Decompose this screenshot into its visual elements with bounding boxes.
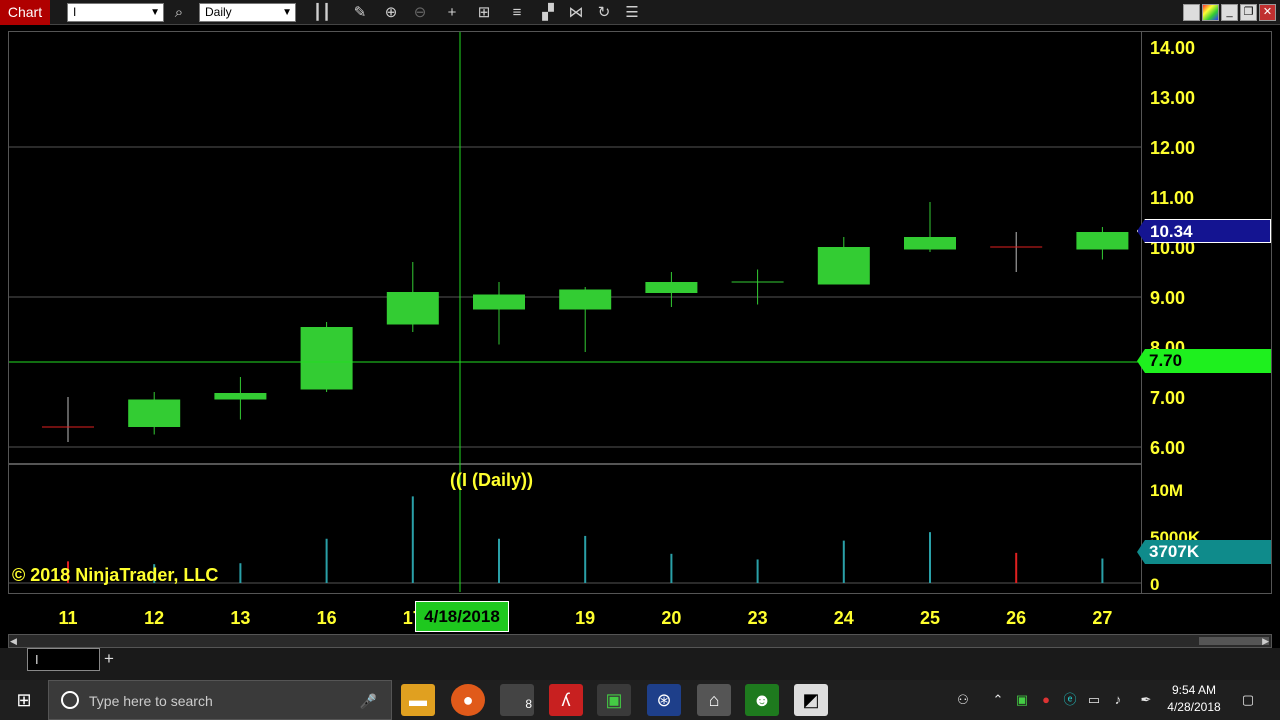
candle-body — [386, 292, 439, 325]
greenshot-icon[interactable]: ▣ — [597, 684, 631, 716]
volume-panel-label: ((I (Daily)) — [450, 470, 533, 490]
volume-tick-label: 0 — [1150, 575, 1159, 594]
tray-app-e-icon[interactable]: ⓔ — [1060, 680, 1080, 720]
chart-canvas: 14.0013.0012.0011.0010.009.008.007.006.0… — [9, 32, 1201, 628]
windows-start-icon[interactable]: ⊞ — [0, 680, 48, 720]
notifications-icon[interactable]: ▢ — [1236, 680, 1260, 720]
clock-date: 4/28/2018 — [1167, 700, 1221, 714]
taskbar-clock[interactable]: 9:54 AM 4/28/2018 — [1160, 682, 1228, 716]
search-placeholder: Type here to search — [89, 693, 213, 709]
cortana-icon — [61, 691, 79, 709]
price-tick-label: 12.00 — [1150, 138, 1195, 158]
candle-body — [214, 393, 267, 400]
candle-body — [473, 294, 525, 310]
file-explorer-icon[interactable]: ▬ — [401, 684, 435, 716]
x-tick-label: 25 — [920, 608, 940, 628]
network-icon[interactable]: ▭ — [1084, 680, 1104, 720]
scroll-right-arrow-icon[interactable]: ▶ — [1262, 635, 1269, 647]
candle-body — [645, 282, 698, 293]
volume-icon[interactable]: ♪ — [1108, 680, 1128, 720]
people-icon[interactable]: ⚇ — [952, 680, 974, 720]
clock-time: 9:54 AM — [1171, 683, 1217, 697]
x-tick-label: 19 — [575, 608, 595, 628]
price-tick-label: 7.00 — [1150, 388, 1185, 408]
volume-tick-label: 10M — [1150, 481, 1183, 500]
price-tick-label: 13.00 — [1150, 88, 1195, 108]
bank-app-icon[interactable]: ⌂ — [697, 684, 731, 716]
tray-app-red-icon[interactable]: ● — [1036, 680, 1056, 720]
candle-body — [559, 289, 612, 310]
crosshair-date-marker: 4/18/2018 — [415, 601, 509, 632]
last-price-marker: 10.34 — [1137, 219, 1271, 243]
tab-strip — [0, 648, 1280, 680]
candle-body — [128, 399, 181, 427]
candle-body — [1076, 232, 1129, 250]
ninjatrader-icon[interactable]: 8 — [500, 684, 534, 716]
x-tick-label: 16 — [317, 608, 337, 628]
candle-body — [904, 237, 956, 250]
price-tick-label: 14.00 — [1150, 38, 1195, 58]
x-tick-label: 23 — [748, 608, 768, 628]
copyright-text: © 2018 NinjaTrader, LLC — [12, 565, 219, 585]
x-tick-label: 11 — [58, 608, 77, 628]
price-tick-label: 11.00 — [1150, 188, 1194, 208]
x-tick-label: 12 — [144, 608, 164, 628]
add-tab-button[interactable]: + — [104, 650, 114, 668]
price-tick-label: 9.00 — [1150, 288, 1185, 308]
android-app-icon[interactable]: ☻ — [745, 684, 779, 716]
x-tick-label: 27 — [1092, 608, 1112, 628]
x-tick-label: 20 — [661, 608, 681, 628]
tab-instrument[interactable]: I — [27, 648, 100, 671]
firefox-icon[interactable]: ● — [451, 684, 485, 716]
x-tick-label: 24 — [834, 608, 854, 628]
tray-app-green-icon[interactable]: ▣ — [1012, 680, 1032, 720]
candle-body — [300, 327, 353, 390]
crosshair-price-marker: 7.70 — [1137, 349, 1271, 373]
microphone-icon[interactable]: 🎤 — [360, 681, 377, 720]
candle-body — [817, 247, 870, 285]
price-tick-label: 6.00 — [1150, 438, 1185, 458]
scroll-left-arrow-icon[interactable]: ◀ — [10, 635, 17, 647]
pen-icon[interactable]: ✒ — [1136, 680, 1156, 720]
x-tick-label: 26 — [1006, 608, 1026, 628]
sticky-notes-icon[interactable]: ◩ — [794, 684, 828, 716]
satellite-app-icon[interactable]: ⊛ — [647, 684, 681, 716]
app-badge: 8 — [525, 697, 532, 711]
acrobat-icon[interactable]: ʎ — [549, 684, 583, 716]
show-hidden-icons-icon[interactable]: ⌃ — [988, 680, 1008, 720]
volume-value-marker: 3707K — [1137, 540, 1271, 564]
scroll-thumb[interactable] — [1199, 637, 1269, 645]
horizontal-scrollbar[interactable]: ◀ ▶ — [8, 634, 1272, 648]
x-tick-label: 13 — [230, 608, 250, 628]
taskbar-search-input[interactable]: Type here to search 🎤 — [48, 680, 392, 720]
